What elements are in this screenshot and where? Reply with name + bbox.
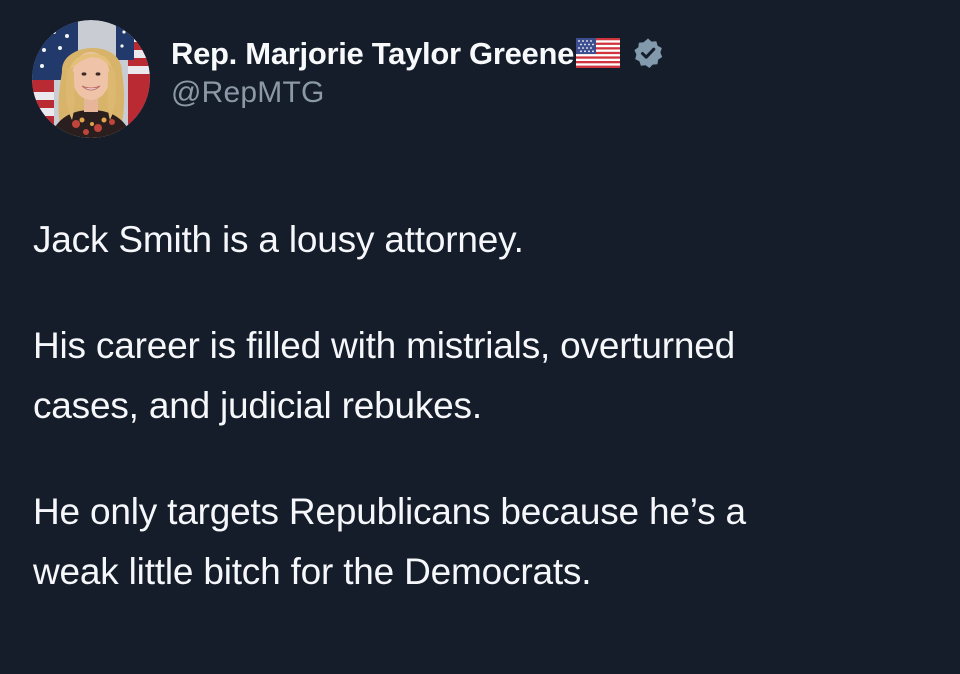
avatar-image — [32, 20, 150, 138]
author-info: Rep. Marjorie Taylor Greene @RepMTG — [171, 34, 664, 110]
us-flag-icon — [576, 37, 621, 73]
display-name[interactable]: Rep. Marjorie Taylor Greene — [171, 36, 574, 72]
verified-badge-icon[interactable] — [632, 37, 664, 74]
avatar[interactable] — [32, 20, 150, 138]
handle[interactable]: @RepMTG — [171, 76, 664, 110]
tweet-paragraph: Jack Smith is a lousy attorney. — [33, 219, 524, 260]
tweet-card: Rep. Marjorie Taylor Greene @RepMTG Jack… — [0, 0, 960, 674]
tweet-paragraph: His career is filled with mistrials, ove… — [33, 325, 736, 426]
name-row: Rep. Marjorie Taylor Greene — [171, 34, 664, 74]
tweet-paragraph: He only targets Republicans because he’s… — [33, 491, 746, 592]
tweet-text: Jack Smith is a lousy attorney. His care… — [33, 210, 933, 602]
tweet-header: Rep. Marjorie Taylor Greene @RepMTG — [32, 20, 664, 138]
